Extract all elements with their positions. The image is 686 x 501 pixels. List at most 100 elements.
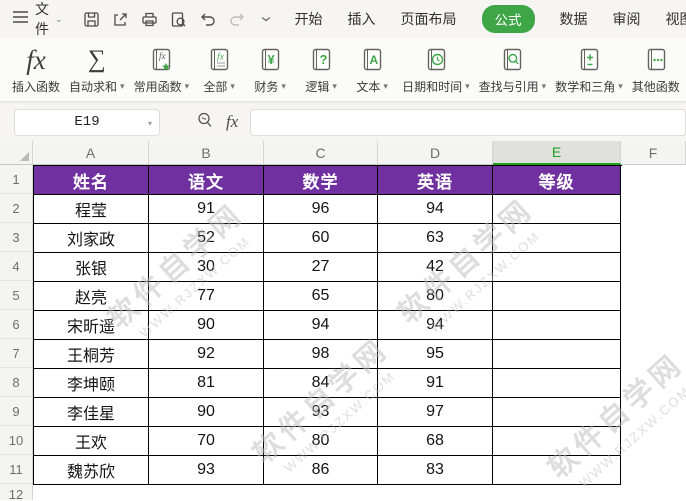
row-header-5[interactable]: 5 — [0, 281, 33, 310]
cell-d9[interactable]: 97 — [378, 398, 493, 427]
cell-a5[interactable]: 赵亮 — [34, 282, 149, 311]
cell-a8[interactable]: 李坤颐 — [34, 369, 149, 398]
column-header-d[interactable]: D — [378, 141, 493, 165]
redo-button[interactable] — [228, 10, 246, 28]
cell-e8[interactable] — [493, 369, 621, 398]
cell-c6[interactable]: 94 — [264, 311, 378, 340]
print-button[interactable] — [141, 10, 159, 28]
tab-page-layout[interactable]: 页面布局 — [401, 9, 457, 29]
print-preview-button[interactable] — [170, 10, 188, 28]
math-trig-functions-button[interactable]: 数学和三角 — [555, 44, 623, 95]
cell-c7[interactable]: 98 — [264, 340, 378, 369]
autosum-button[interactable]: ∑ 自动求和 — [69, 44, 125, 95]
cell-d10[interactable]: 68 — [378, 427, 493, 456]
cell-d7[interactable]: 95 — [378, 340, 493, 369]
cell-b3[interactable]: 52 — [149, 224, 264, 253]
cell-e7[interactable] — [493, 340, 621, 369]
cell-e5[interactable] — [493, 282, 621, 311]
tab-view[interactable]: 视图 — [666, 9, 686, 29]
cell-a9[interactable]: 李佳星 — [34, 398, 149, 427]
formula-input[interactable] — [250, 108, 686, 136]
name-box[interactable]: E19 ▾ — [14, 108, 160, 136]
chevron-down-icon[interactable]: ▾ — [148, 119, 152, 128]
cell-c3[interactable]: 60 — [264, 224, 378, 253]
cell-b1[interactable]: 语文 — [149, 166, 264, 195]
row-header-11[interactable]: 11 — [0, 455, 33, 484]
column-header-b[interactable]: B — [149, 141, 264, 165]
date-time-functions-button[interactable]: 日期和时间 — [402, 44, 470, 95]
cell-b2[interactable]: 91 — [149, 195, 264, 224]
column-header-f[interactable]: F — [621, 141, 686, 165]
cell-d5[interactable]: 80 — [378, 282, 493, 311]
cell-c10[interactable]: 80 — [264, 427, 378, 456]
column-header-c[interactable]: C — [264, 141, 378, 165]
undo-button[interactable] — [199, 10, 217, 28]
row-header-7[interactable]: 7 — [0, 339, 33, 368]
tab-data[interactable]: 数据 — [560, 9, 588, 29]
cell-a3[interactable]: 刘家政 — [34, 224, 149, 253]
row-header-10[interactable]: 10 — [0, 426, 33, 455]
cell-c5[interactable]: 65 — [264, 282, 378, 311]
cell-e4[interactable] — [493, 253, 621, 282]
cell-e2[interactable] — [493, 195, 621, 224]
cell-e11[interactable] — [493, 456, 621, 485]
save-button[interactable] — [83, 10, 101, 28]
cell-b6[interactable]: 90 — [149, 311, 264, 340]
row-header-6[interactable]: 6 — [0, 310, 33, 339]
cell-b8[interactable]: 81 — [149, 369, 264, 398]
cell-a1[interactable]: 姓名 — [34, 166, 149, 195]
text-functions-button[interactable]: A 文本 — [351, 44, 393, 95]
row-header-12[interactable]: 12 — [0, 484, 33, 501]
cell-c9[interactable]: 93 — [264, 398, 378, 427]
tab-home[interactable]: 开始 — [295, 9, 323, 29]
column-header-e-selected[interactable]: E — [493, 141, 621, 165]
tab-formulas[interactable]: 公式 — [481, 5, 535, 33]
all-functions-button[interactable]: fx 全部 — [198, 44, 240, 95]
cell-b4[interactable]: 30 — [149, 253, 264, 282]
cell-e1[interactable]: 等级 — [493, 166, 621, 195]
cell-c1[interactable]: 数学 — [264, 166, 378, 195]
cell-b7[interactable]: 92 — [149, 340, 264, 369]
lookup-reference-functions-button[interactable]: 查找与引用 — [479, 44, 547, 95]
cell-a10[interactable]: 王欢 — [34, 427, 149, 456]
cell-d6[interactable]: 94 — [378, 311, 493, 340]
select-all-corner[interactable] — [0, 141, 33, 165]
cell-d4[interactable]: 42 — [378, 253, 493, 282]
cell-c11[interactable]: 86 — [264, 456, 378, 485]
common-functions-button[interactable]: fx 常用函数 — [134, 44, 190, 95]
financial-functions-button[interactable]: ¥ 财务 — [249, 44, 291, 95]
cell-d11[interactable]: 83 — [378, 456, 493, 485]
fx-icon[interactable]: fx — [226, 112, 238, 132]
cell-d2[interactable]: 94 — [378, 195, 493, 224]
tab-review[interactable]: 审阅 — [613, 9, 641, 29]
other-functions-button[interactable]: 其他函数 — [632, 44, 680, 95]
cell-e6[interactable] — [493, 311, 621, 340]
cell-e10[interactable] — [493, 427, 621, 456]
export-button[interactable] — [112, 10, 130, 28]
cell-d8[interactable]: 91 — [378, 369, 493, 398]
row-header-4[interactable]: 4 — [0, 252, 33, 281]
cell-a7[interactable]: 王桐芳 — [34, 340, 149, 369]
logical-functions-button[interactable]: ? 逻辑 — [300, 44, 342, 95]
row-header-1[interactable]: 1 — [0, 165, 33, 194]
cell-a6[interactable]: 宋昕遥 — [34, 311, 149, 340]
cell-b10[interactable]: 70 — [149, 427, 264, 456]
cell-d1[interactable]: 英语 — [378, 166, 493, 195]
cell-e9[interactable] — [493, 398, 621, 427]
row-header-8[interactable]: 8 — [0, 368, 33, 397]
cell-a4[interactable]: 张银 — [34, 253, 149, 282]
column-header-a[interactable]: A — [33, 141, 149, 165]
customize-toolbar-button[interactable] — [257, 10, 275, 28]
cell-c8[interactable]: 84 — [264, 369, 378, 398]
cell-b5[interactable]: 77 — [149, 282, 264, 311]
row-header-9[interactable]: 9 — [0, 397, 33, 426]
cell-a2[interactable]: 程莹 — [34, 195, 149, 224]
row-header-3[interactable]: 3 — [0, 223, 33, 252]
tab-insert[interactable]: 插入 — [348, 9, 376, 29]
cell-c2[interactable]: 96 — [264, 195, 378, 224]
cell-a11[interactable]: 魏苏欣 — [34, 456, 149, 485]
cell-b9[interactable]: 90 — [149, 398, 264, 427]
cell-b11[interactable]: 93 — [149, 456, 264, 485]
file-menu-button[interactable]: 文件 ⌄ — [12, 0, 63, 39]
insert-function-button[interactable]: fx 插入函数 — [12, 44, 60, 95]
